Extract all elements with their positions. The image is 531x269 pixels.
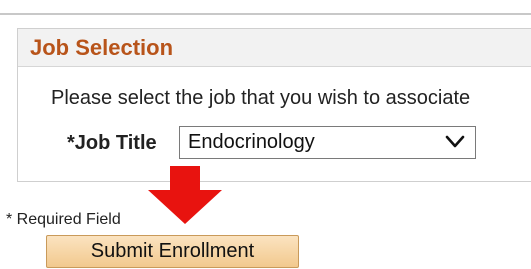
top-divider: [0, 13, 531, 15]
instructions-text: Please select the job that you wish to a…: [51, 87, 471, 109]
enrollment-page: Job Selection Please select the job that…: [0, 0, 531, 269]
required-field-note: * Required Field: [6, 211, 121, 228]
job-title-selected-value: Endocrinology: [188, 131, 315, 153]
submit-enrollment-button[interactable]: Submit Enrollment: [46, 235, 299, 268]
job-title-label: *Job Title: [67, 132, 157, 154]
red-down-arrow-icon: [148, 166, 222, 224]
job-title-select[interactable]: Endocrinology: [179, 126, 476, 159]
panel-title: Job Selection: [30, 35, 174, 60]
chevron-down-icon: [445, 135, 465, 148]
job-selection-panel: Job Selection Please select the job that…: [17, 28, 531, 182]
panel-header: Job Selection: [18, 29, 531, 67]
